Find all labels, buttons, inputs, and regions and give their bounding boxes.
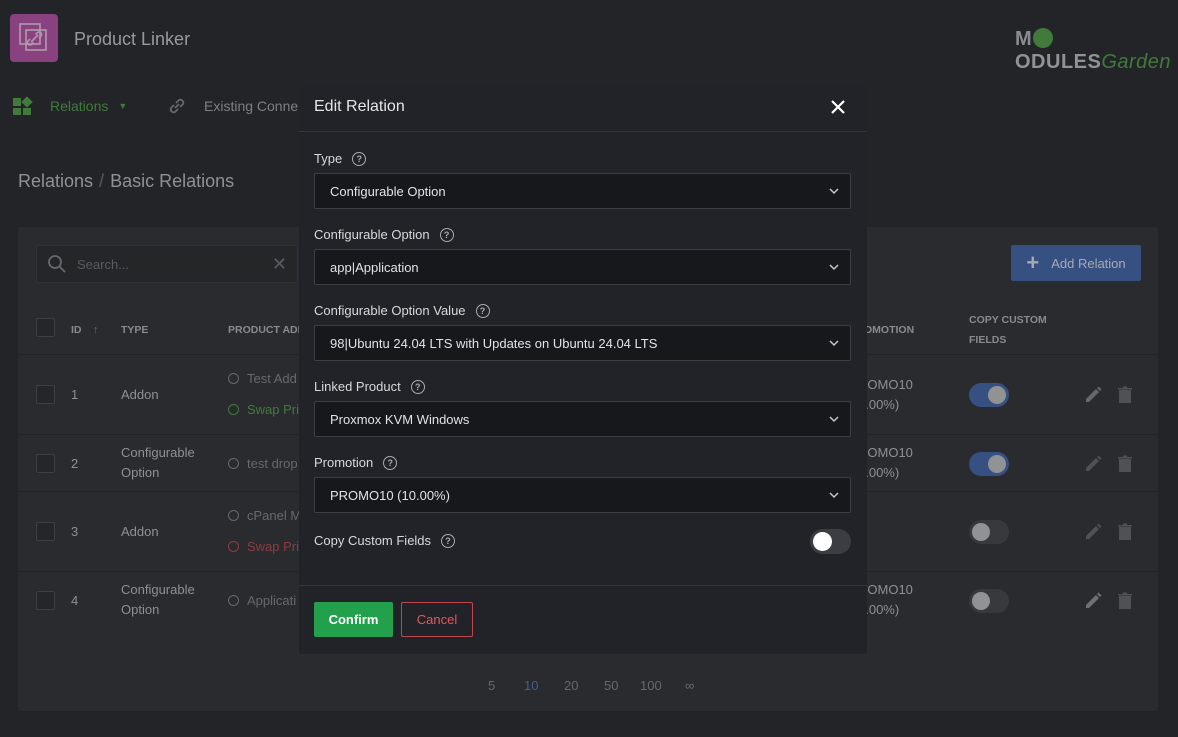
promotion-label: Promotion? — [314, 455, 398, 470]
modal-title: Edit Relation — [314, 98, 405, 115]
modal-footer-divider — [299, 585, 867, 586]
configurable-option-value-select[interactable]: 98|Ubuntu 24.04 LTS with Updates on Ubun… — [314, 325, 851, 361]
help-icon[interactable]: ? — [475, 303, 490, 318]
chevron-down-icon — [829, 188, 839, 195]
toggle-knob — [813, 532, 832, 551]
promotion-value: PROMO10 (10.00%) — [330, 487, 450, 503]
confirm-button[interactable]: Confirm — [314, 602, 393, 637]
edit-relation-modal: Edit Relation Type? Configurable Option … — [299, 84, 867, 654]
copy-custom-fields-toggle[interactable] — [810, 529, 851, 554]
type-label-text: Type — [314, 151, 343, 166]
linked-product-value: Proxmox KVM Windows — [330, 411, 470, 427]
copy-custom-fields-label: Copy Custom Fields? — [314, 533, 456, 548]
help-icon[interactable]: ? — [439, 227, 454, 242]
linked-product-label-text: Linked Product — [314, 379, 401, 394]
chevron-down-icon — [829, 416, 839, 423]
copy-custom-fields-label-text: Copy Custom Fields — [314, 533, 432, 548]
configurable-option-select[interactable]: app|Application — [314, 249, 851, 285]
modal-header: Edit Relation — [299, 84, 867, 132]
configurable-option-value: app|Application — [330, 259, 419, 275]
help-icon[interactable]: ? — [441, 533, 456, 548]
linked-product-label: Linked Product? — [314, 379, 425, 394]
configurable-option-label-text: Configurable Option — [314, 227, 430, 242]
configurable-option-value-label-text: Configurable Option Value — [314, 303, 466, 318]
chevron-down-icon — [829, 492, 839, 499]
type-label: Type? — [314, 151, 367, 166]
cancel-button[interactable]: Cancel — [401, 602, 473, 637]
type-select-value: Configurable Option — [330, 183, 446, 199]
linked-product-select[interactable]: Proxmox KVM Windows — [314, 401, 851, 437]
configurable-option-value-label: Configurable Option Value? — [314, 303, 490, 318]
configurable-option-value-value: 98|Ubuntu 24.04 LTS with Updates on Ubun… — [330, 335, 658, 351]
help-icon[interactable]: ? — [383, 455, 398, 470]
chevron-down-icon — [829, 340, 839, 347]
promotion-select[interactable]: PROMO10 (10.00%) — [314, 477, 851, 513]
promotion-label-text: Promotion — [314, 455, 374, 470]
help-icon[interactable]: ? — [410, 379, 425, 394]
chevron-down-icon — [829, 264, 839, 271]
close-icon[interactable] — [829, 98, 847, 116]
configurable-option-label: Configurable Option? — [314, 227, 454, 242]
help-icon[interactable]: ? — [352, 151, 367, 166]
type-select[interactable]: Configurable Option — [314, 173, 851, 209]
